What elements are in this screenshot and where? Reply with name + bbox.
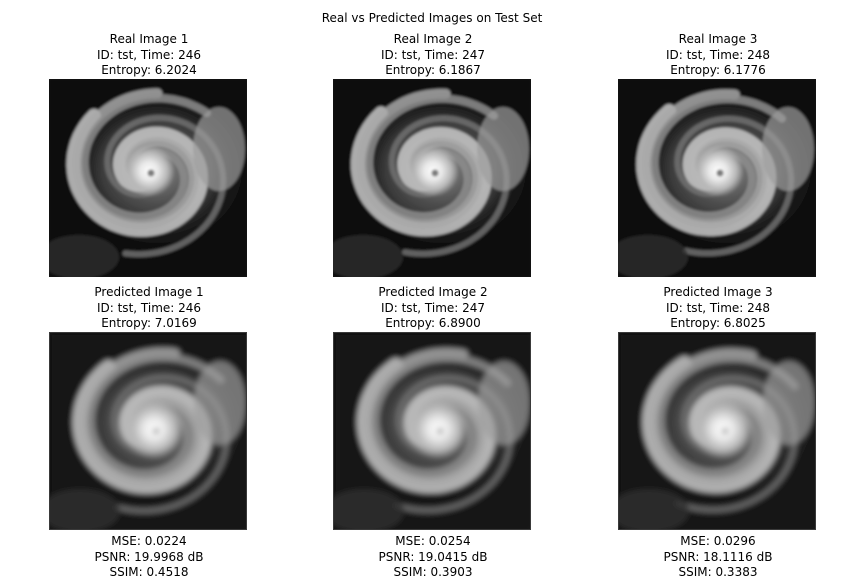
ssim-value: SSIM: 0.4518	[109, 565, 189, 579]
real-image-title: Real Image 3	[678, 32, 758, 46]
real-satellite-image	[49, 79, 247, 277]
psnr-value: PSNR: 18.1116 dB	[663, 549, 773, 564]
real-image-meta: ID: tst, Time: 246	[96, 47, 202, 62]
real-image-meta: ID: tst, Time: 248	[665, 47, 771, 62]
predicted-image-title: Predicted Image 2	[378, 285, 488, 299]
cyclone-picture	[333, 79, 531, 277]
predicted-image-meta: ID: tst, Time: 248	[665, 300, 771, 315]
predicted-image-entropy: Entropy: 6.8025	[670, 316, 766, 330]
real-image-caption: Real Image 3 ID: tst, Time: 248 Entropy:…	[578, 32, 858, 79]
real-image-meta: ID: tst, Time: 247	[380, 47, 486, 62]
mse-value: MSE: 0.0224	[111, 534, 187, 548]
cyclone-picture	[619, 333, 815, 529]
predicted-satellite-image	[333, 332, 531, 530]
metrics-caption: MSE: 0.0296 PSNR: 18.1116 dB SSIM: 0.338…	[578, 534, 858, 581]
predicted-image-title: Predicted Image 1	[94, 285, 204, 299]
real-image-title: Real Image 2	[393, 32, 473, 46]
psnr-value: PSNR: 19.9968 dB	[94, 549, 204, 564]
real-satellite-image	[333, 79, 531, 277]
real-image-caption: Real Image 1 ID: tst, Time: 246 Entropy:…	[9, 32, 289, 79]
predicted-image-entropy: Entropy: 6.8900	[385, 316, 481, 330]
metrics-caption: MSE: 0.0224 PSNR: 19.9968 dB SSIM: 0.451…	[9, 534, 289, 581]
real-satellite-image	[618, 79, 816, 277]
real-image-entropy: Entropy: 6.1867	[385, 63, 481, 77]
predicted-image-title: Predicted Image 3	[663, 285, 773, 299]
metrics-caption: MSE: 0.0254 PSNR: 19.0415 dB SSIM: 0.390…	[293, 534, 573, 581]
ssim-value: SSIM: 0.3903	[393, 565, 473, 579]
real-image-caption: Real Image 2 ID: tst, Time: 247 Entropy:…	[293, 32, 573, 79]
predicted-satellite-image	[49, 332, 247, 530]
predicted-image-caption: Predicted Image 3 ID: tst, Time: 248 Ent…	[578, 285, 858, 332]
real-image-title: Real Image 1	[109, 32, 189, 46]
predicted-image-entropy: Entropy: 7.0169	[101, 316, 197, 330]
figure-title: Real vs Predicted Images on Test Set	[321, 11, 543, 25]
cyclone-picture	[49, 79, 247, 277]
mse-value: MSE: 0.0254	[395, 534, 471, 548]
predicted-image-caption: Predicted Image 2 ID: tst, Time: 247 Ent…	[293, 285, 573, 332]
real-image-entropy: Entropy: 6.2024	[101, 63, 197, 77]
predicted-satellite-image	[618, 332, 816, 530]
real-image-entropy: Entropy: 6.1776	[670, 63, 766, 77]
predicted-image-meta: ID: tst, Time: 246	[96, 300, 202, 315]
cyclone-picture	[618, 79, 816, 277]
mse-value: MSE: 0.0296	[680, 534, 756, 548]
ssim-value: SSIM: 0.3383	[678, 565, 758, 579]
predicted-image-caption: Predicted Image 1 ID: tst, Time: 246 Ent…	[9, 285, 289, 332]
predicted-image-meta: ID: tst, Time: 247	[380, 300, 486, 315]
psnr-value: PSNR: 19.0415 dB	[378, 549, 488, 564]
cyclone-picture	[334, 333, 530, 529]
cyclone-picture	[50, 333, 246, 529]
